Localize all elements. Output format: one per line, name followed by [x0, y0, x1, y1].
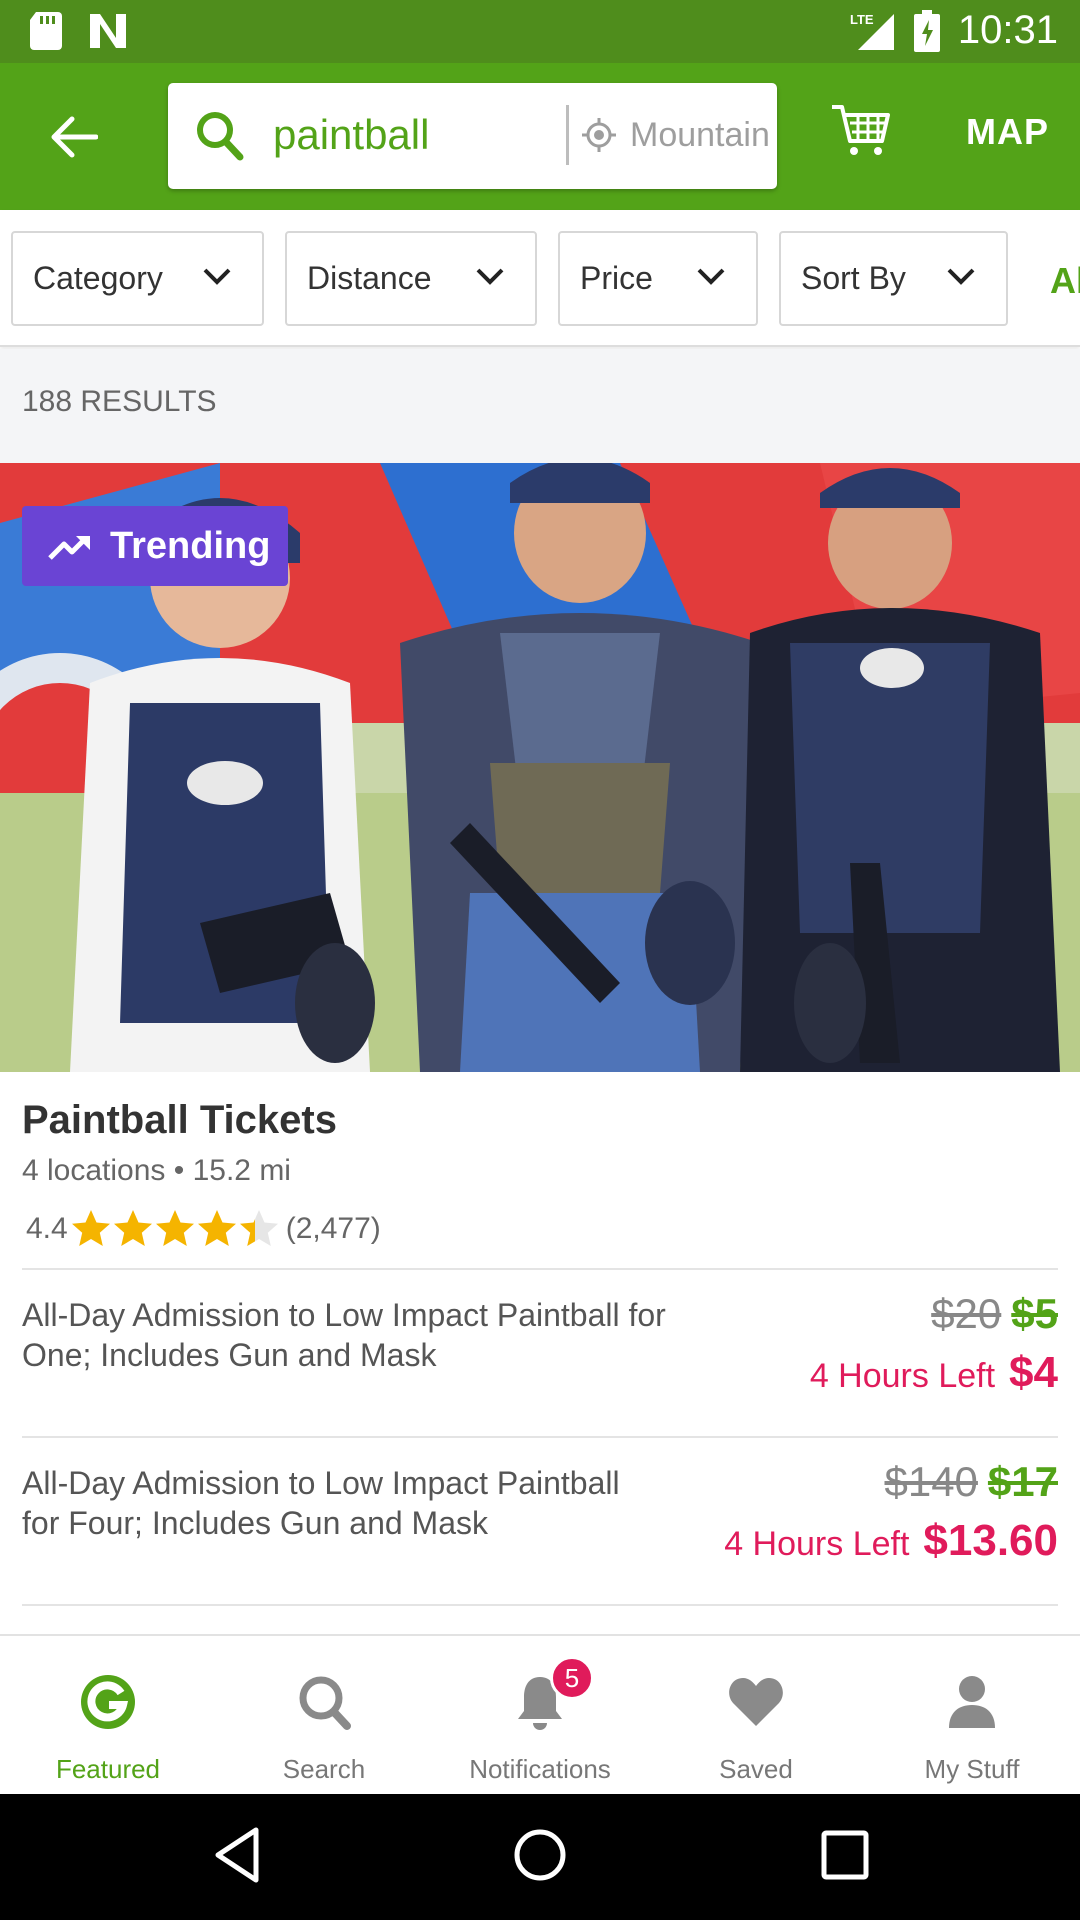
original-price: $20	[931, 1290, 1002, 1337]
star-icon	[155, 1210, 194, 1246]
nav-label: My Stuff	[924, 1754, 1020, 1784]
nav-label: Featured	[55, 1754, 161, 1784]
urgency-row: 4 Hours Left $4	[810, 1348, 1058, 1398]
star-icon	[239, 1210, 278, 1246]
back-button[interactable]	[40, 103, 108, 171]
filter-price[interactable]: Price	[558, 231, 758, 326]
back-arrow-icon	[51, 116, 98, 158]
deal-price: $17	[987, 1458, 1058, 1505]
final-price: $4	[1009, 1348, 1058, 1397]
cart-button[interactable]	[830, 103, 892, 164]
system-home-icon[interactable]	[512, 1826, 568, 1884]
time-left: 4 Hours Left	[724, 1525, 910, 1563]
price-row: $140 $17	[884, 1458, 1058, 1506]
status-bar: LTE 10:31	[0, 0, 1080, 63]
star-icon	[197, 1210, 236, 1246]
option-description: All-Day Admission to Low Impact Paintbal…	[22, 1295, 666, 1375]
deal-price: $5	[1011, 1290, 1058, 1337]
map-button[interactable]: MAP	[966, 111, 1049, 153]
filter-label: Sort By	[801, 260, 906, 296]
battery-icon	[913, 9, 940, 52]
nav-search[interactable]: Search	[216, 1636, 432, 1794]
system-nav-bar	[0, 1794, 1080, 1920]
filter-bar: Category Distance Price Sort By Al	[0, 210, 1080, 347]
deal-option-1[interactable]: All-Day Admission to Low Impact Paintbal…	[0, 1270, 1080, 1436]
chevron-down-icon	[697, 268, 725, 285]
results-header: 188 RESULTS	[0, 349, 1080, 463]
nav-label: Saved	[719, 1754, 793, 1784]
search-box[interactable]: paintball Mountain	[168, 83, 777, 189]
option-description-line: All-Day Admission to Low Impact Paintbal…	[22, 1465, 620, 1501]
bottom-nav: Featured Search 5 Notifications Saved My…	[0, 1634, 1080, 1794]
n-notification-icon	[90, 14, 126, 48]
system-recents-icon[interactable]	[820, 1826, 870, 1884]
location-target-icon	[582, 118, 616, 152]
heart-icon	[729, 1678, 783, 1726]
location-input[interactable]: Mountain	[630, 116, 770, 155]
star-icon	[71, 1210, 110, 1246]
deal-option-2[interactable]: All-Day Admission to Low Impact Paintbal…	[0, 1438, 1080, 1604]
option-description-line: One; Includes Gun and Mask	[22, 1337, 437, 1373]
filter-sort-by[interactable]: Sort By	[779, 231, 1008, 326]
original-price: $140	[884, 1458, 978, 1505]
nav-my-stuff[interactable]: My Stuff	[864, 1636, 1080, 1794]
notification-badge: 5	[550, 1656, 594, 1700]
status-clock: 10:31	[957, 8, 1058, 52]
rating-value: 4.4	[26, 1212, 68, 1245]
filter-label: Price	[580, 260, 653, 296]
lte-signal-icon: LTE	[850, 12, 894, 50]
option-description-line: All-Day Admission to Low Impact Paintbal…	[22, 1297, 666, 1333]
filter-category[interactable]: Category	[11, 231, 264, 326]
search-query-input[interactable]: paintball	[273, 111, 429, 159]
final-price: $13.60	[923, 1516, 1058, 1565]
search-divider	[566, 105, 569, 165]
filter-all-link[interactable]: Al	[1050, 260, 1080, 302]
option-description-line: for Four; Includes Gun and Mask	[22, 1505, 488, 1541]
status-right: LTE 10:31	[848, 8, 1058, 53]
groupon-g-icon	[81, 1675, 135, 1729]
chevron-down-icon	[947, 268, 975, 285]
price-row: $20 $5	[931, 1290, 1058, 1338]
rating-row: 4.4 (2,477)	[26, 1206, 381, 1252]
search-icon	[299, 1676, 351, 1730]
rating-count: (2,477)	[285, 1212, 381, 1245]
trending-label: Trending	[110, 524, 271, 567]
urgency-row: 4 Hours Left $13.60	[724, 1516, 1058, 1566]
nav-notifications[interactable]: 5 Notifications	[432, 1636, 648, 1794]
filter-distance[interactable]: Distance	[285, 231, 537, 326]
search-icon	[197, 112, 244, 161]
chevron-down-icon	[203, 268, 231, 285]
filter-label: Category	[33, 260, 163, 296]
divider	[22, 1604, 1058, 1606]
results-count: 188 RESULTS	[22, 385, 217, 418]
nav-saved[interactable]: Saved	[648, 1636, 864, 1794]
svg-text:LTE: LTE	[850, 12, 874, 27]
nav-label: Notifications	[469, 1754, 611, 1784]
filter-label: Distance	[307, 260, 432, 296]
nav-featured[interactable]: Featured	[0, 1636, 216, 1794]
deal-title[interactable]: Paintball Tickets	[22, 1098, 337, 1143]
sd-card-icon	[30, 12, 62, 50]
deal-location: 4 locations • 15.2 mi	[22, 1154, 291, 1187]
trending-up-icon	[48, 536, 90, 560]
time-left: 4 Hours Left	[809, 1357, 996, 1395]
cart-icon	[832, 105, 890, 155]
app-bar: paintball Mountain MAP	[0, 63, 1080, 210]
trending-badge: Trending	[22, 506, 288, 586]
system-back-icon[interactable]	[212, 1826, 262, 1884]
option-description: All-Day Admission to Low Impact Paintbal…	[22, 1463, 620, 1543]
rating-stars	[70, 1208, 280, 1250]
status-left-icons	[30, 12, 128, 50]
person-icon	[949, 1676, 995, 1728]
chevron-down-icon	[476, 268, 504, 285]
nav-label: Search	[282, 1754, 366, 1784]
star-icon	[113, 1210, 152, 1246]
